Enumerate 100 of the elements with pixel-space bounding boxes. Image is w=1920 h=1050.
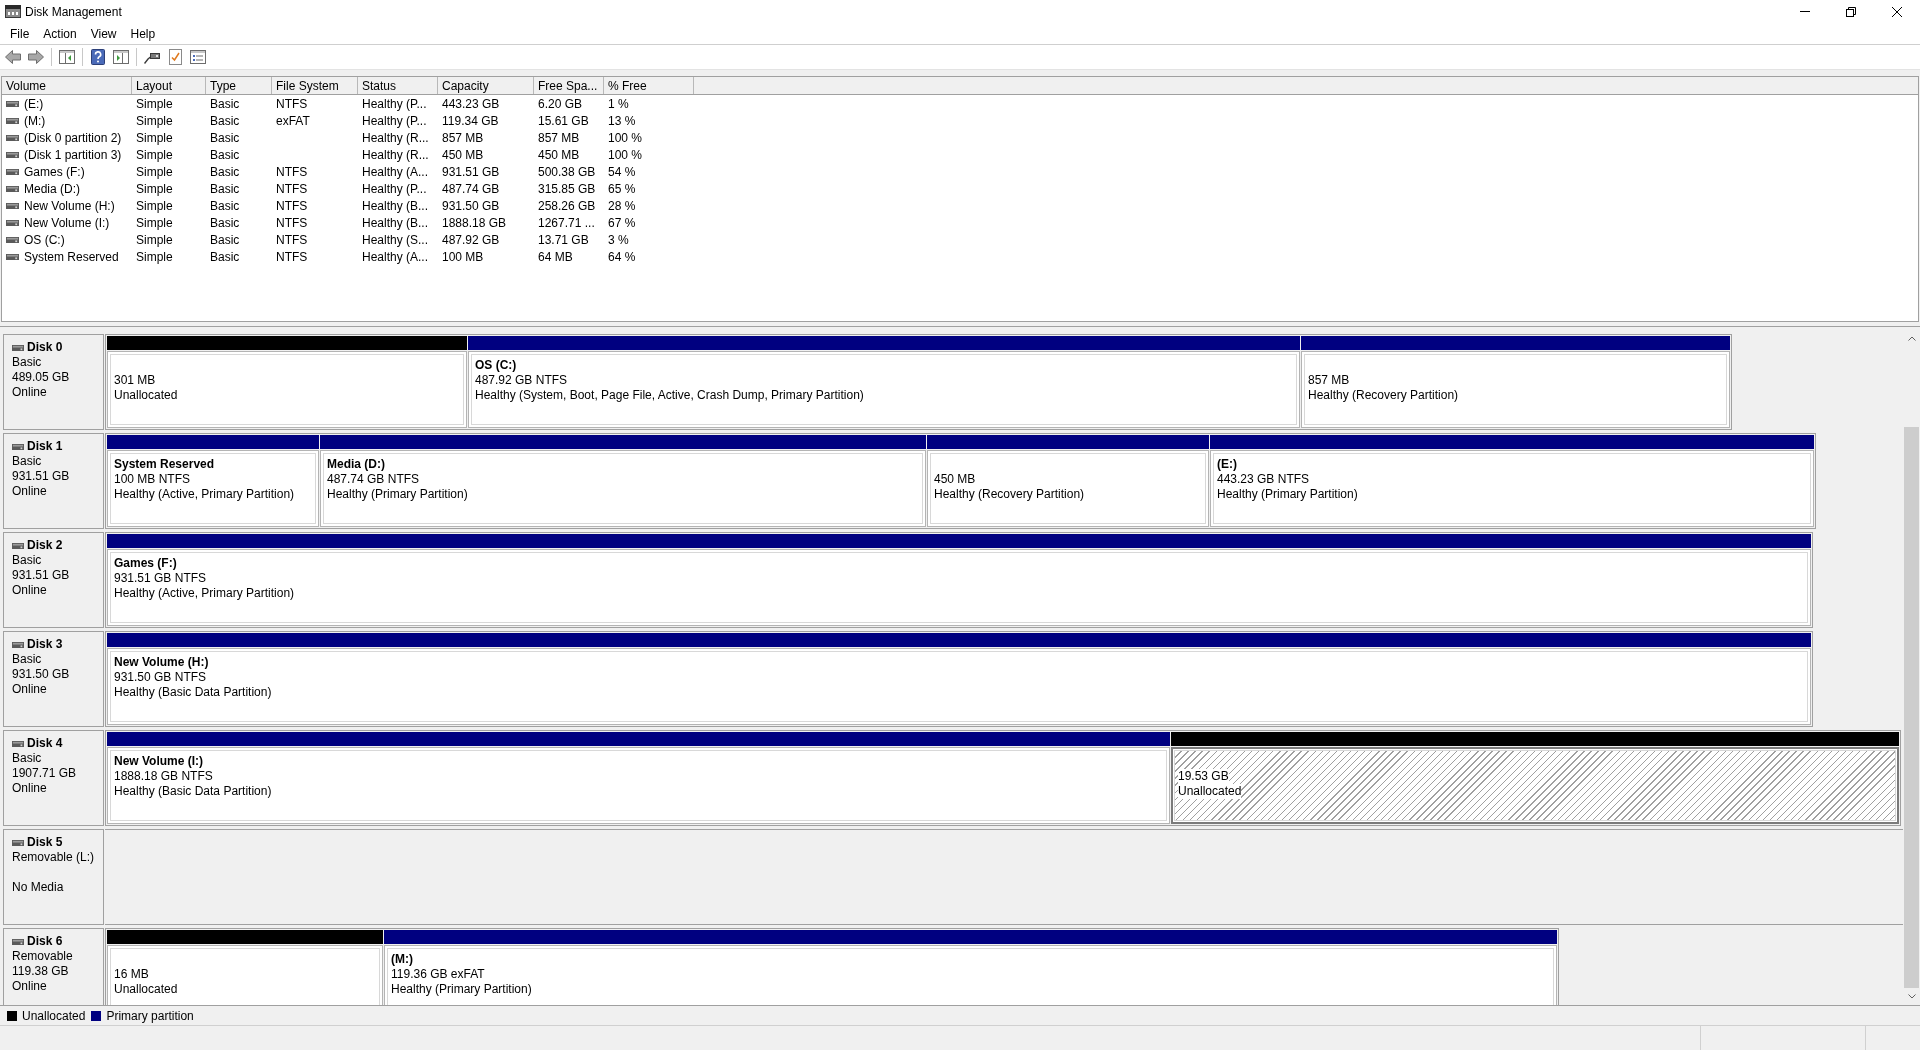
partition-status: Unallocated [1178,784,1242,799]
table-cell-text: Basic [210,180,240,198]
column-header[interactable]: Volume [2,77,132,94]
disk-status: Online [12,484,48,499]
disk-info-panel[interactable]: Disk 5 Removable (L:) No Media [3,829,104,925]
drive-icon [6,236,19,243]
menu-item[interactable]: Help [123,23,163,44]
table-cell-text: (E:) [24,95,44,113]
partition-box[interactable]: 301 MB Unallocated [107,351,467,428]
disk-type: Basic [12,751,43,766]
column-header[interactable]: % Free [604,77,694,94]
table-cell-text: Basic [210,231,240,249]
table-cell-text: Healthy (S... [362,231,429,249]
table-cell-text: Simple [136,214,173,232]
window-title: Disk Management [25,3,122,21]
disk-size: 931.51 GB [12,568,71,583]
menu-item[interactable]: View [83,23,124,44]
partition-box[interactable]: 857 MB Healthy (Recovery Partition) [1301,351,1730,428]
column-header[interactable]: Type [206,77,272,94]
partition-box[interactable]: System Reserved 100 MB NTFS Healthy (Active, Primary Partition) [107,450,319,527]
table-cell-text: Healthy (R... [362,146,429,164]
disk-size: 119.38 GB [12,964,70,979]
menu-item[interactable]: Action [36,23,84,44]
partition-box[interactable]: 16 MB Unallocated [107,945,383,1005]
scrollbar-thumb[interactable] [1904,427,1919,988]
column-header[interactable]: Status [358,77,438,94]
table-cell-text: OS (C:) [24,231,65,249]
table-cell-text: Healthy (R... [362,129,429,147]
table-cell-text: 931.51 GB [442,163,500,181]
partition-box[interactable]: 450 MB Healthy (Recovery Partition) [927,450,1209,527]
table-cell-text: 487.74 GB [442,180,500,198]
partition-box[interactable]: Media (D:) 487.74 GB NTFS Healthy (Primary Partition) [320,450,926,527]
drive-icon [6,168,19,175]
drive-icon [12,344,24,351]
table-cell-text: exFAT [276,112,310,130]
table-cell-text: 28 % [608,197,636,215]
legend-label: Primary partition [106,1007,194,1025]
disk-type: Basic [12,355,43,370]
table-cell-text: 857 MB [442,129,484,147]
table-cell-text: 100 % [608,146,643,164]
column-header[interactable]: File System [272,77,358,94]
partition-status: Healthy (Primary Partition) [327,487,468,502]
partition-box[interactable]: New Volume (I:) 1888.18 GB NTFS Healthy (Basic Data Partition) [107,747,1170,824]
table-cell-text: 13 % [608,112,636,130]
disk-info-panel[interactable]: Disk 2 Basic 931.51 GB Online [3,532,104,628]
drive-icon [12,938,24,945]
table-cell-text: Simple [136,248,173,266]
arrow-left-icon [5,50,21,64]
partition-box[interactable]: (M:) 119.36 GB exFAT Healthy (Primary Partition) [384,945,1557,1005]
table-cell-text: New Volume (I:) [24,214,110,232]
list-window-icon [190,50,206,64]
table-cell-text: 100 % [608,129,643,147]
disk-info-panel[interactable]: Disk 6 Removable 119.38 GB Online [3,928,104,1005]
table-cell-text: Basic [210,197,240,215]
partition-box[interactable]: Games (F:) 931.51 GB NTFS Healthy (Active, Primary Partition) [107,549,1811,626]
panel-left-icon [59,50,75,64]
drive-icon [6,253,19,260]
table-cell-text: 450 MB [442,146,484,164]
partition-box[interactable]: (E:) 443.23 GB NTFS Healthy (Primary Partition) [1210,450,1814,527]
table-cell-text: Basic [210,95,240,113]
table-cell-text: Healthy (B... [362,197,429,215]
drive-icon [6,202,19,209]
column-header[interactable]: Layout [132,77,206,94]
disk-status: Online [12,781,48,796]
table-cell-text: Healthy (A... [362,248,429,266]
partition-label: New Volume (H:) [114,655,209,670]
table-cell-text: Media (D:) [24,180,80,198]
partition-label: Media (D:) [327,457,385,472]
partition-box[interactable]: OS (C:) 487.92 GB NTFS Healthy (System, Boot, Page File, Active, Crash Dump, Primary Partition) [468,351,1300,428]
disk-info-panel[interactable]: Disk 3 Basic 931.50 GB Online [3,631,104,727]
table-cell-text: System Reserved [24,248,119,266]
table-cell-text: 64 % [608,248,636,266]
disk-type: Basic [12,553,43,568]
table-cell-text: Simple [136,163,173,181]
table-cell-text: NTFS [276,180,308,198]
disk-info-panel[interactable]: Disk 4 Basic 1907.71 GB Online [3,730,104,826]
disk-name: Disk 4 [27,736,63,751]
close-icon [1892,6,1902,17]
column-header[interactable]: Capacity [438,77,534,94]
table-cell-text: Basic [210,214,240,232]
disk-status: Online [12,682,48,697]
partition-box[interactable]: New Volume (H:) 931.50 GB NTFS Healthy (Basic Data Partition) [107,648,1811,725]
legend-label: Unallocated [22,1007,86,1025]
table-cell-text: Simple [136,112,173,130]
partition-label: Games (F:) [114,556,177,571]
table-cell-text: Games (F:) [24,163,85,181]
disk-info-panel[interactable]: Disk 0 Basic 489.05 GB Online [3,334,104,430]
disk-size: 931.50 GB [12,667,71,682]
partition-status: Healthy (Basic Data Partition) [114,685,272,700]
disk-type: Removable [12,949,74,964]
column-header[interactable]: Free Spa... [534,77,604,94]
table-cell-text: 119.34 GB [442,112,499,130]
table-cell-text: Healthy (B... [362,214,429,232]
partition-box[interactable]: 19.53 GB Unallocated [1171,747,1899,824]
table-cell-text: 100 MB [442,248,484,266]
disk-info-panel[interactable]: Disk 1 Basic 931.51 GB Online [3,433,104,529]
menu-item[interactable]: File [3,23,37,44]
table-cell-text: Simple [136,129,173,147]
drive-icon [6,134,19,141]
disk-name: Disk 3 [27,637,63,652]
